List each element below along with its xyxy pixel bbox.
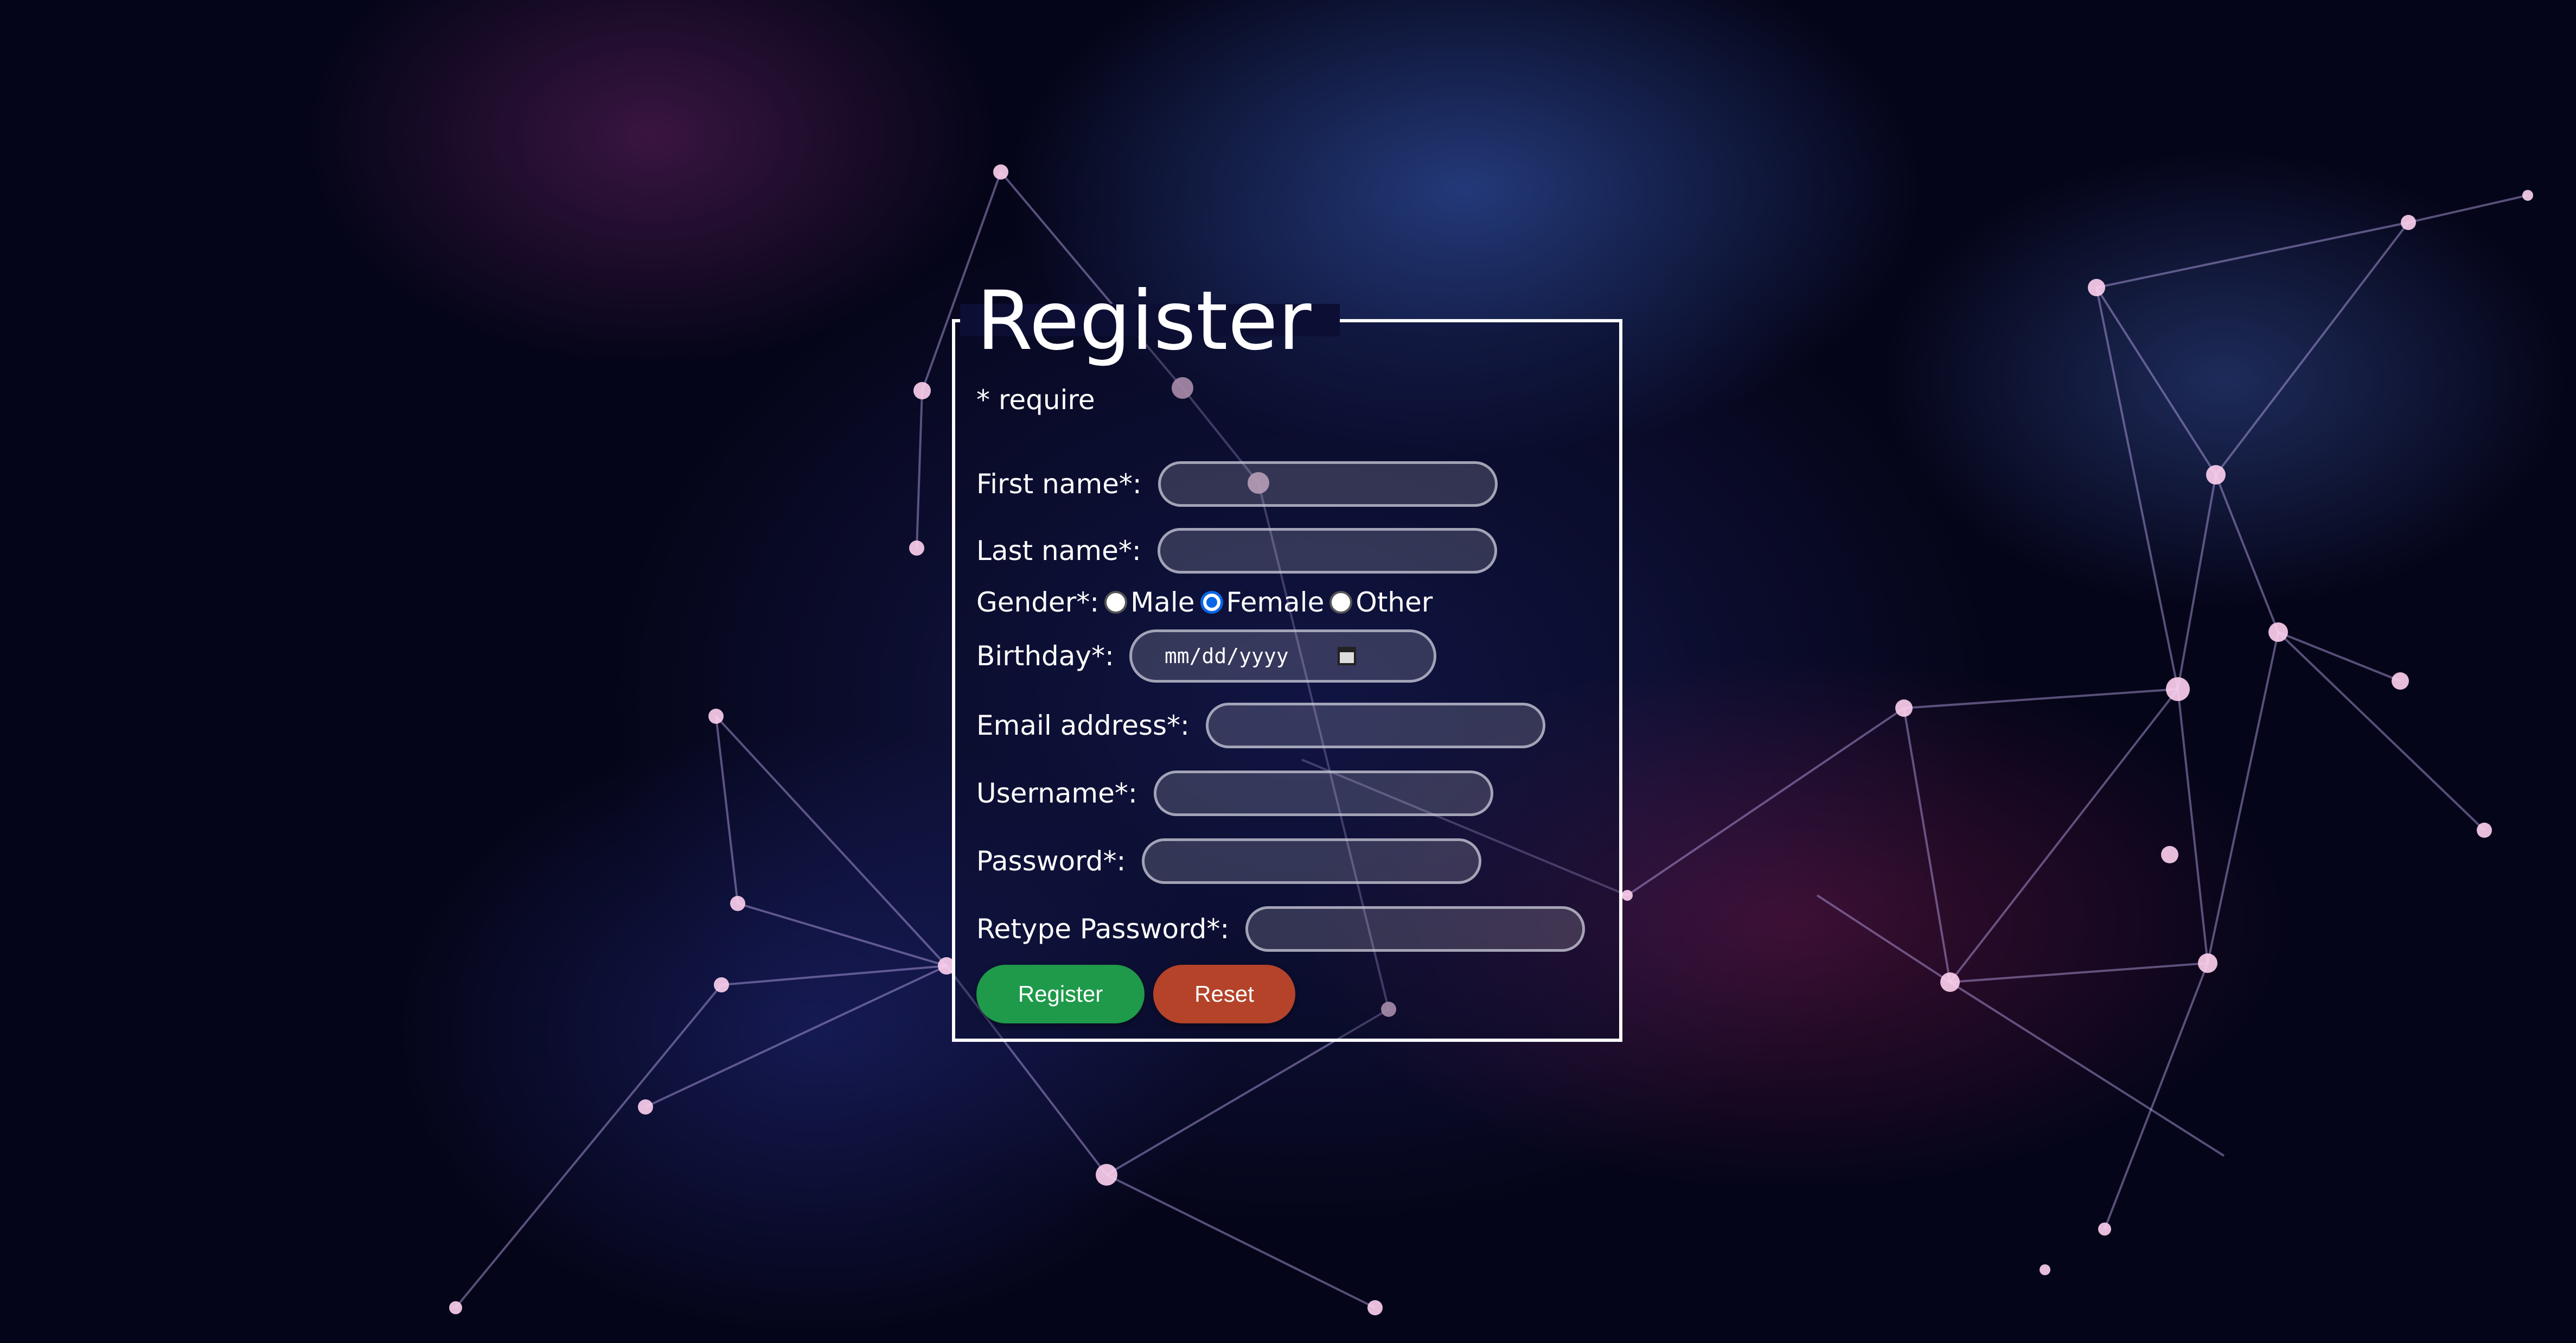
first-name-input[interactable] [1158,461,1498,507]
email-label: Email address*: [976,710,1190,741]
gender-other-label[interactable]: Other [1356,583,1433,621]
birthday-input[interactable]: mm/dd/yyyy [1129,629,1436,683]
gender-other-radio[interactable] [1329,591,1353,614]
password-row: Password*: [976,838,1482,884]
birthday-row: Birthday*: mm/dd/yyyy [976,629,1436,683]
first-name-row: First name*: [976,461,1498,507]
birthday-placeholder: mm/dd/yyyy [1164,644,1289,668]
retype-password-label: Retype Password*: [976,913,1230,945]
page-background: Register * require First name*: Last nam… [0,0,2576,1343]
form-title: Register [976,274,1312,368]
gender-male-radio[interactable] [1104,591,1128,614]
calendar-icon[interactable] [1337,647,1356,665]
gender-male-label[interactable]: Male [1130,583,1194,621]
first-name-label: First name*: [976,468,1142,500]
last-name-row: Last name*: [976,528,1497,574]
password-label: Password*: [976,845,1126,877]
gender-row: Gender*: Male Female Other [976,583,1433,621]
email-input[interactable] [1205,703,1545,748]
reset-button[interactable]: Reset [1153,965,1295,1023]
register-button[interactable]: Register [976,965,1145,1023]
retype-password-input[interactable] [1245,906,1586,952]
email-row: Email address*: [976,703,1545,748]
gender-female-label[interactable]: Female [1226,583,1325,621]
username-input[interactable] [1153,771,1493,816]
gender-female-radio[interactable] [1200,591,1223,614]
last-name-input[interactable] [1157,528,1497,574]
gender-label: Gender*: [976,587,1100,618]
retype-password-row: Retype Password*: [976,906,1586,952]
username-row: Username*: [976,771,1493,816]
required-note: * require [976,384,1095,416]
birthday-label: Birthday*: [976,640,1114,672]
password-input[interactable] [1142,838,1482,884]
username-label: Username*: [976,778,1137,809]
last-name-label: Last name*: [976,535,1141,567]
